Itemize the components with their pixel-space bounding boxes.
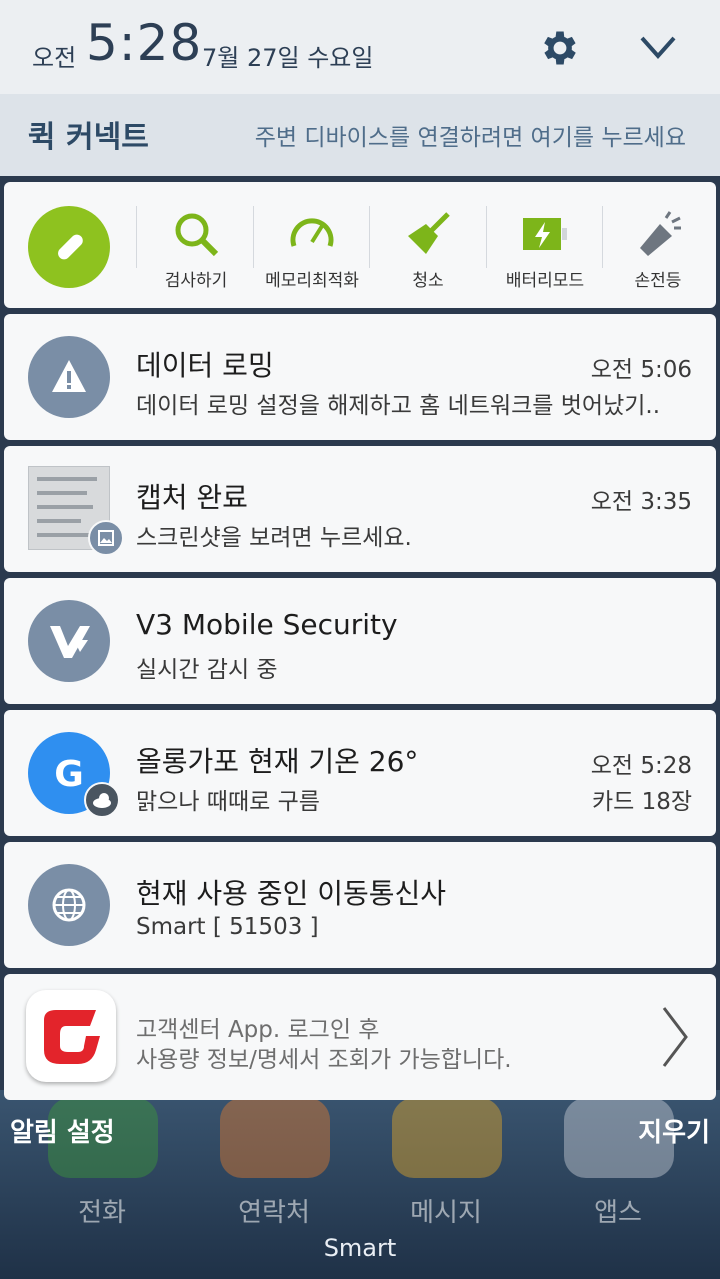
gauge-icon bbox=[290, 218, 334, 247]
tool-battery[interactable]: 배터리모드 bbox=[487, 182, 603, 308]
tool-label: 검사하기 bbox=[164, 271, 228, 291]
tool-label: 청소 bbox=[412, 271, 444, 291]
notification-text: Smart [ 51503 ] bbox=[136, 914, 319, 940]
tool-memory[interactable]: 메모리최적화 bbox=[254, 182, 370, 308]
quick-connect-hint: 주변 디바이스를 연결하려면 여기를 누르세요 bbox=[254, 125, 686, 151]
notification-text: 데이터 로밍 설정을 해제하고 홈 네트워크를 벗어났기.. bbox=[136, 393, 661, 419]
clear-all-button[interactable]: 지우기 bbox=[638, 1112, 710, 1149]
dock-label-messages: 메시지 bbox=[410, 1198, 482, 1228]
tool-clean[interactable]: 청소 bbox=[370, 182, 486, 308]
notification-actions-bar: 알림 설정 지우기 bbox=[0, 1112, 720, 1152]
chevron-right-icon[interactable] bbox=[660, 1004, 690, 1070]
warning-icon bbox=[28, 336, 110, 418]
security-tools-card: 검사하기 메모리최적화 청소 배터리모드 손전등 bbox=[4, 182, 716, 308]
notification-card-count: 카드 18장 bbox=[591, 789, 692, 815]
notification-text: 실시간 감시 중 bbox=[136, 657, 278, 683]
tool-label: 손전등 bbox=[634, 271, 682, 291]
quick-connect-bar[interactable]: 퀵 커넥트 주변 디바이스를 연결하려면 여기를 누르세요 bbox=[0, 94, 720, 176]
notification-time: 오전 3:35 bbox=[590, 489, 692, 515]
notification-carrier[interactable]: 현재 사용 중인 이동통신사 Smart [ 51503 ] bbox=[4, 842, 716, 968]
gear-icon[interactable] bbox=[538, 26, 582, 70]
date-label: 7월 27일 수요일 bbox=[202, 44, 374, 72]
olleh-app-icon bbox=[26, 990, 116, 1082]
notification-data-roaming[interactable]: 데이터 로밍 데이터 로밍 설정을 해제하고 홈 네트워크를 벗어났기.. 오전… bbox=[4, 314, 716, 440]
notification-v3-security[interactable]: V3 Mobile Security 실시간 감시 중 bbox=[4, 578, 716, 704]
dock-label-phone: 전화 bbox=[78, 1198, 126, 1228]
dock-label-contacts: 연락처 bbox=[238, 1198, 310, 1228]
notification-title: 현재 사용 중인 이동통신사 bbox=[136, 877, 447, 910]
v3-icon bbox=[28, 600, 110, 682]
dock-label-apps: 앱스 bbox=[594, 1198, 642, 1228]
notification-settings-button[interactable]: 알림 설정 bbox=[10, 1112, 115, 1149]
notification-text: 맑으나 때때로 구름 bbox=[136, 789, 320, 815]
chevron-down-icon[interactable] bbox=[636, 30, 680, 66]
image-icon bbox=[88, 520, 124, 556]
globe-icon bbox=[28, 864, 110, 946]
divider bbox=[136, 206, 137, 268]
notification-time: 오전 5:06 bbox=[590, 357, 692, 383]
clock-time: 5:28 bbox=[86, 14, 203, 72]
broom-icon bbox=[408, 212, 450, 254]
notification-weather[interactable]: G 올롱가포 현재 기온 26° 맑으나 때때로 구름 오전 5:28 카드 1… bbox=[4, 710, 716, 836]
notification-customer-center[interactable]: 고객센터 App. 로그인 후 사용량 정보/명세서 조회가 가능합니다. bbox=[4, 974, 716, 1100]
carrier-label: Smart bbox=[323, 1234, 397, 1262]
battery-icon bbox=[523, 218, 567, 250]
flashlight-icon bbox=[640, 211, 681, 256]
notification-screenshot[interactable]: 캡처 완료 스크린샷을 보려면 누르세요. 오전 3:35 bbox=[4, 446, 716, 572]
status-header: 오전 5:28 7월 27일 수요일 bbox=[0, 0, 720, 94]
cloud-icon bbox=[84, 782, 120, 818]
notification-title: V3 Mobile Security bbox=[136, 608, 398, 641]
notification-text: 스크린샷을 보려면 누르세요. bbox=[136, 525, 412, 551]
ampm-label: 오전 bbox=[32, 44, 77, 72]
notification-time: 오전 5:28 bbox=[590, 753, 692, 779]
tool-label: 메모리최적화 bbox=[265, 271, 359, 291]
search-icon bbox=[175, 213, 219, 257]
tool-label: 배터리모드 bbox=[505, 271, 585, 291]
promo-line-1: 고객센터 App. 로그인 후 bbox=[136, 1017, 380, 1043]
promo-line-2: 사용량 정보/명세서 조회가 가능합니다. bbox=[136, 1047, 512, 1073]
quick-connect-title: 퀵 커넥트 bbox=[28, 120, 149, 155]
tool-scan[interactable]: 검사하기 bbox=[138, 182, 254, 308]
notification-title: 데이터 로밍 bbox=[136, 349, 274, 382]
pill-icon[interactable] bbox=[28, 206, 110, 288]
notification-title: 올롱가포 현재 기온 26° bbox=[136, 745, 419, 778]
notification-title: 캡처 완료 bbox=[136, 481, 248, 514]
tool-flashlight[interactable]: 손전등 bbox=[600, 182, 716, 308]
svg-text:G: G bbox=[54, 754, 84, 795]
